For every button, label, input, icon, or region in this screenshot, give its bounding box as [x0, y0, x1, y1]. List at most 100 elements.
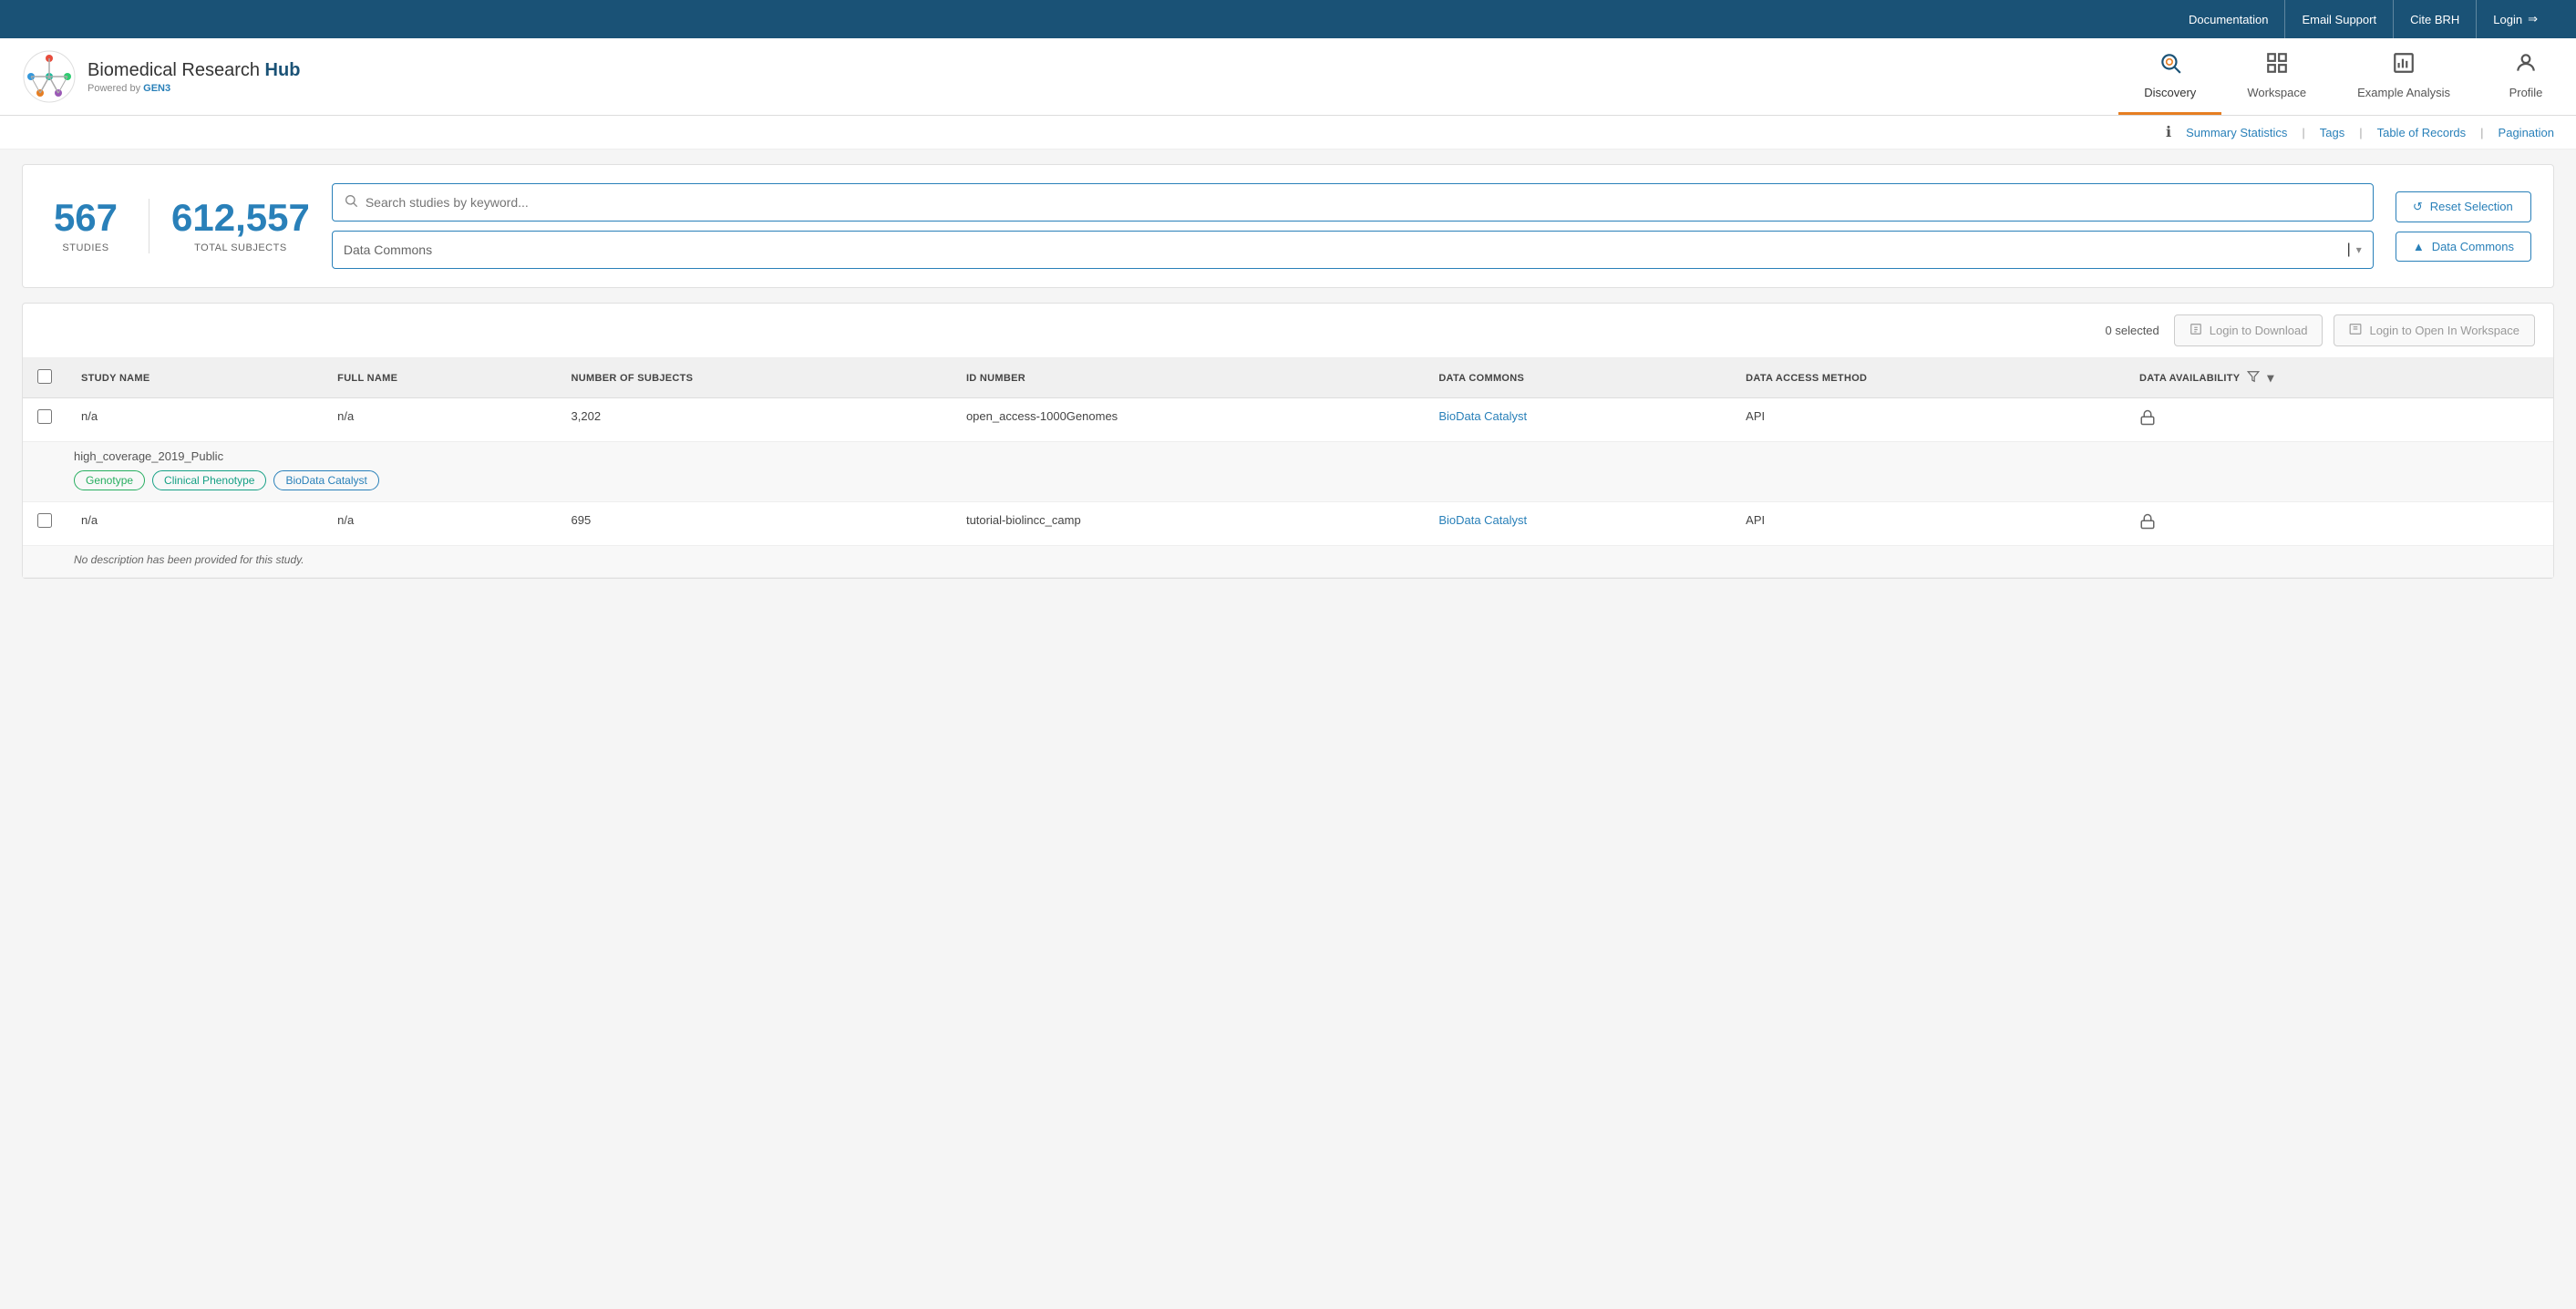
cursor-indicator: | [2347, 242, 2351, 258]
expand-icon[interactable]: ▾ [2267, 370, 2273, 386]
row2-availability [2125, 502, 2553, 546]
data-commons-dropdown[interactable]: Data Commons | ▾ [332, 231, 2374, 269]
table-actions-bar: 0 selected Login to Download [23, 304, 2553, 358]
row2-checkbox-cell [23, 502, 67, 546]
logo-area: Biomedical Research Hub Powered by GEN3 [0, 38, 2118, 115]
row2-data-commons-link[interactable]: BioData Catalyst [1438, 513, 1527, 527]
secondary-nav: ℹ Summary Statistics | Tags | Table of R… [0, 116, 2576, 149]
subjects-label: TOTAL SUBJECTS [194, 242, 287, 253]
main-content: 567 STUDIES 612,557 TOTAL SUBJECTS Data … [0, 149, 2576, 593]
login-link[interactable]: Login ⇒ [2477, 0, 2554, 38]
stats-search-panel: 567 STUDIES 612,557 TOTAL SUBJECTS Data … [22, 164, 2554, 288]
help-icon[interactable]: ℹ [2166, 123, 2171, 141]
data-commons-icon: ▲ [2413, 240, 2425, 253]
tab-example-analysis-label: Example Analysis [2357, 86, 2450, 99]
th-study-name: STUDY NAME [67, 358, 323, 398]
tag-biodata-catalyst[interactable]: BioData Catalyst [273, 470, 378, 490]
select-all-checkbox[interactable] [37, 369, 52, 384]
row2-data-commons: BioData Catalyst [1424, 502, 1731, 546]
tab-workspace-label: Workspace [2247, 86, 2306, 99]
search-area: Data Commons | ▾ [332, 183, 2374, 269]
row2-study-name: n/a [67, 502, 323, 546]
subjects-stat: 612,557 TOTAL SUBJECTS [171, 199, 310, 253]
reset-label: Reset Selection [2430, 200, 2513, 213]
row2-no-description: No description has been provided for thi… [74, 553, 2539, 566]
login-download-button[interactable]: Login to Download [2174, 314, 2324, 346]
row1-checkbox-cell [23, 398, 67, 442]
dropdown-placeholder: Data Commons [344, 242, 432, 257]
row2-lock-icon [2139, 518, 2156, 533]
row2-detail-cell: No description has been provided for thi… [23, 546, 2553, 578]
row2-access-method: API [1731, 502, 2125, 546]
row1-data-commons: BioData Catalyst [1424, 398, 1731, 442]
row1-full-name: n/a [323, 398, 556, 442]
row2-id-number: tutorial-biolincc_camp [952, 502, 1424, 546]
table-row: n/a n/a 3,202 open_access-1000Genomes Bi… [23, 398, 2553, 442]
download-file-icon [2190, 323, 2202, 338]
row1-study-name: n/a [67, 398, 323, 442]
row1-checkbox[interactable] [37, 409, 52, 424]
tab-discovery[interactable]: Discovery [2118, 38, 2221, 115]
row1-data-commons-link[interactable]: BioData Catalyst [1438, 409, 1527, 423]
table-of-records-link[interactable]: Table of Records [2377, 126, 2467, 139]
table-section: 0 selected Login to Download [22, 303, 2554, 579]
cite-brh-link[interactable]: Cite BRH [2394, 0, 2477, 38]
row1-num-subjects: 3,202 [557, 398, 952, 442]
data-table: STUDY NAME FULL NAME NUMBER OF SUBJECTS … [23, 358, 2553, 578]
reset-selection-button[interactable]: ↺ Reset Selection [2396, 191, 2531, 222]
th-num-subjects: NUMBER OF SUBJECTS [557, 358, 952, 398]
email-support-link[interactable]: Email Support [2285, 0, 2394, 38]
example-analysis-icon [2392, 51, 2416, 80]
profile-icon [2514, 51, 2538, 80]
login-arrow-icon: ⇒ [2528, 12, 2538, 26]
table-header-row: STUDY NAME FULL NAME NUMBER OF SUBJECTS … [23, 358, 2553, 398]
data-commons-label: Data Commons [2432, 240, 2514, 253]
filter-icon[interactable] [2247, 370, 2260, 386]
tag-clinical-phenotype[interactable]: Clinical Phenotype [152, 470, 266, 490]
logo-text: Biomedical Research Hub Powered by GEN3 [88, 60, 300, 94]
studies-count: 567 [54, 199, 118, 237]
table-row: n/a n/a 695 tutorial-biolincc_camp BioDa… [23, 502, 2553, 546]
workspace-file-icon [2349, 323, 2362, 338]
selected-count: 0 selected [2106, 324, 2159, 337]
tab-example-analysis[interactable]: Example Analysis [2332, 38, 2476, 115]
select-all-header [23, 358, 67, 398]
row2-detail: No description has been provided for thi… [23, 546, 2553, 578]
nav-tabs: Discovery Workspace [2118, 38, 2576, 115]
row2-checkbox[interactable] [37, 513, 52, 528]
top-bar: Documentation Email Support Cite BRH Log… [0, 0, 2576, 38]
th-data-commons: DATA COMMONS [1424, 358, 1731, 398]
row1-availability [2125, 398, 2553, 442]
tag-genotype[interactable]: Genotype [74, 470, 145, 490]
login-label: Login [2493, 13, 2522, 26]
action-buttons: ↺ Reset Selection ▲ Data Commons [2396, 191, 2531, 262]
subjects-count: 612,557 [171, 199, 310, 237]
discovery-icon [2159, 51, 2182, 80]
data-commons-button[interactable]: ▲ Data Commons [2396, 232, 2531, 262]
documentation-link[interactable]: Documentation [2172, 0, 2285, 38]
summary-statistics-link[interactable]: Summary Statistics [2186, 126, 2287, 139]
pagination-link[interactable]: Pagination [2499, 126, 2554, 139]
sep1: | [2302, 126, 2304, 139]
keyword-search-input[interactable] [366, 195, 2362, 210]
row1-detail-cell: high_coverage_2019_Public Genotype Clini… [23, 442, 2553, 502]
row1-tags: Genotype Clinical Phenotype BioData Cata… [74, 470, 2539, 490]
login-workspace-button[interactable]: Login to Open In Workspace [2334, 314, 2535, 346]
tab-profile[interactable]: Profile [2476, 38, 2576, 115]
row2-full-name: n/a [323, 502, 556, 546]
header: Biomedical Research Hub Powered by GEN3 … [0, 38, 2576, 116]
login-download-label: Login to Download [2210, 324, 2308, 337]
row1-access-method: API [1731, 398, 2125, 442]
reset-icon: ↺ [2413, 200, 2423, 214]
tab-workspace[interactable]: Workspace [2221, 38, 2332, 115]
search-input-wrap [332, 183, 2374, 222]
row1-id-number: open_access-1000Genomes [952, 398, 1424, 442]
sep3: | [2480, 126, 2483, 139]
th-access-method: DATA ACCESS METHOD [1731, 358, 2125, 398]
tags-link[interactable]: Tags [2320, 126, 2344, 139]
studies-stat: 567 STUDIES [45, 199, 127, 253]
th-availability: DATA AVAILABILITY ▾ [2125, 358, 2553, 398]
tab-discovery-label: Discovery [2144, 86, 2196, 99]
tab-profile-label: Profile [2509, 86, 2543, 99]
row1-study-name-detail: high_coverage_2019_Public [74, 449, 2539, 463]
